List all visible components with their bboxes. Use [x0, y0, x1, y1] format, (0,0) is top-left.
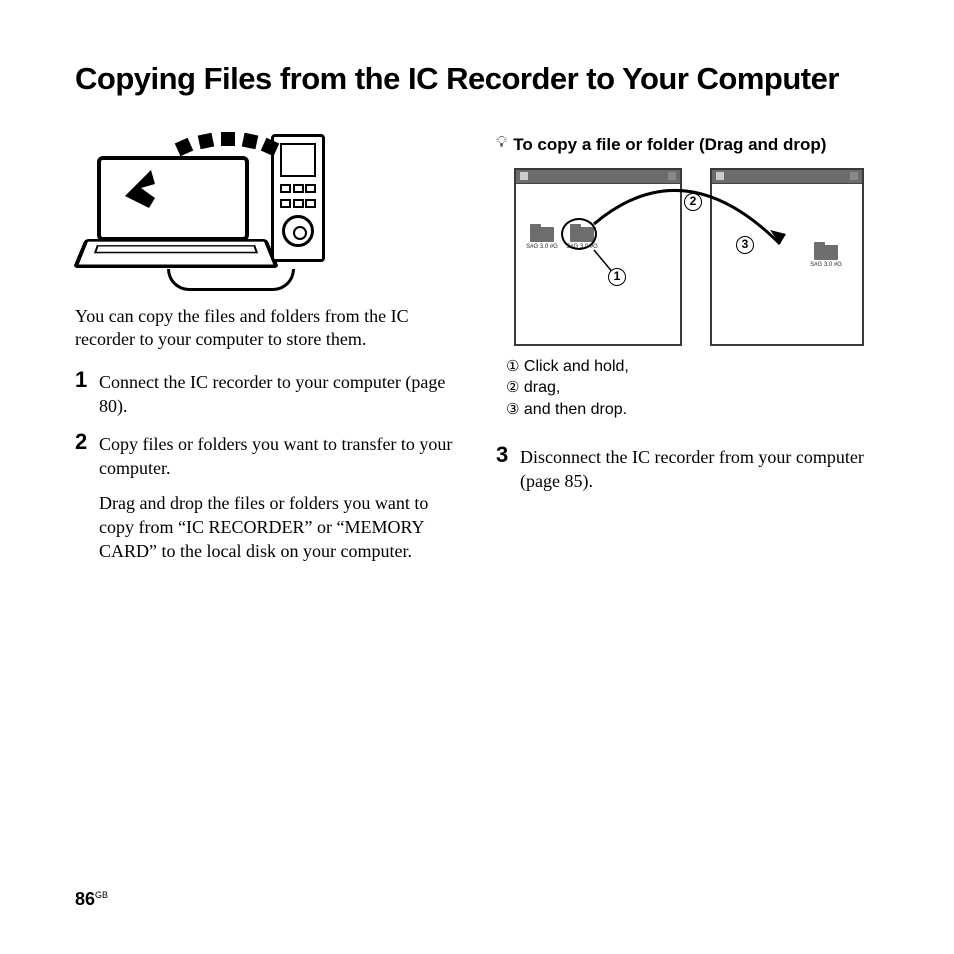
step-text: Copy files or folders you want to transf… — [99, 432, 458, 481]
step-text-detail: Drag and drop the files or folders you w… — [99, 491, 458, 564]
step-number: 3 — [496, 442, 508, 468]
page-title: Copying Files from the IC Recorder to Yo… — [75, 60, 879, 99]
callout-2: 2 — [684, 193, 702, 211]
legend-num-3: ③ — [506, 400, 519, 420]
laptop-recorder-illustration — [85, 134, 330, 289]
arrow-icon — [121, 168, 165, 212]
step-text: Connect the IC recorder to your computer… — [99, 370, 458, 419]
content-columns: You can copy the files and folders from … — [75, 134, 879, 578]
page-number: 86GB — [75, 889, 108, 910]
legend-num-2: ② — [506, 378, 519, 398]
step-number: 2 — [75, 429, 87, 455]
intro-text: You can copy the files and folders from … — [75, 305, 458, 352]
left-column: You can copy the files and folders from … — [75, 134, 458, 578]
step-2: 2 Copy files or folders you want to tran… — [75, 432, 458, 563]
tip-heading: 💡︎ To copy a file or folder (Drag and dr… — [496, 134, 879, 156]
tip-icon: 💡︎ — [496, 134, 507, 152]
drag-drop-legend: ① Click and hold, ② drag, ③ and then dro… — [506, 356, 879, 421]
page-number-value: 86 — [75, 889, 95, 909]
legend-text-1: Click and hold, — [519, 358, 628, 375]
right-column: 💡︎ To copy a file or folder (Drag and dr… — [496, 134, 879, 578]
legend-text-3: and then drop. — [519, 401, 627, 418]
page-region: GB — [95, 890, 108, 900]
legend-text-2: drag, — [519, 379, 560, 396]
callout-3: 3 — [736, 236, 754, 254]
step-1: 1 Connect the IC recorder to your comput… — [75, 370, 458, 419]
step-text: Disconnect the IC recorder from your com… — [520, 445, 879, 494]
callout-1: 1 — [608, 268, 626, 286]
step-number: 1 — [75, 367, 87, 393]
tip-title: To copy a file or folder (Drag and drop) — [513, 134, 826, 156]
step-3: 3 Disconnect the IC recorder from your c… — [496, 445, 879, 494]
drag-drop-illustration: S#G 3.0 #G S#G 3.0 #G S#G 3.0 #G 1 2 3 — [514, 168, 864, 346]
legend-num-1: ① — [506, 357, 519, 377]
